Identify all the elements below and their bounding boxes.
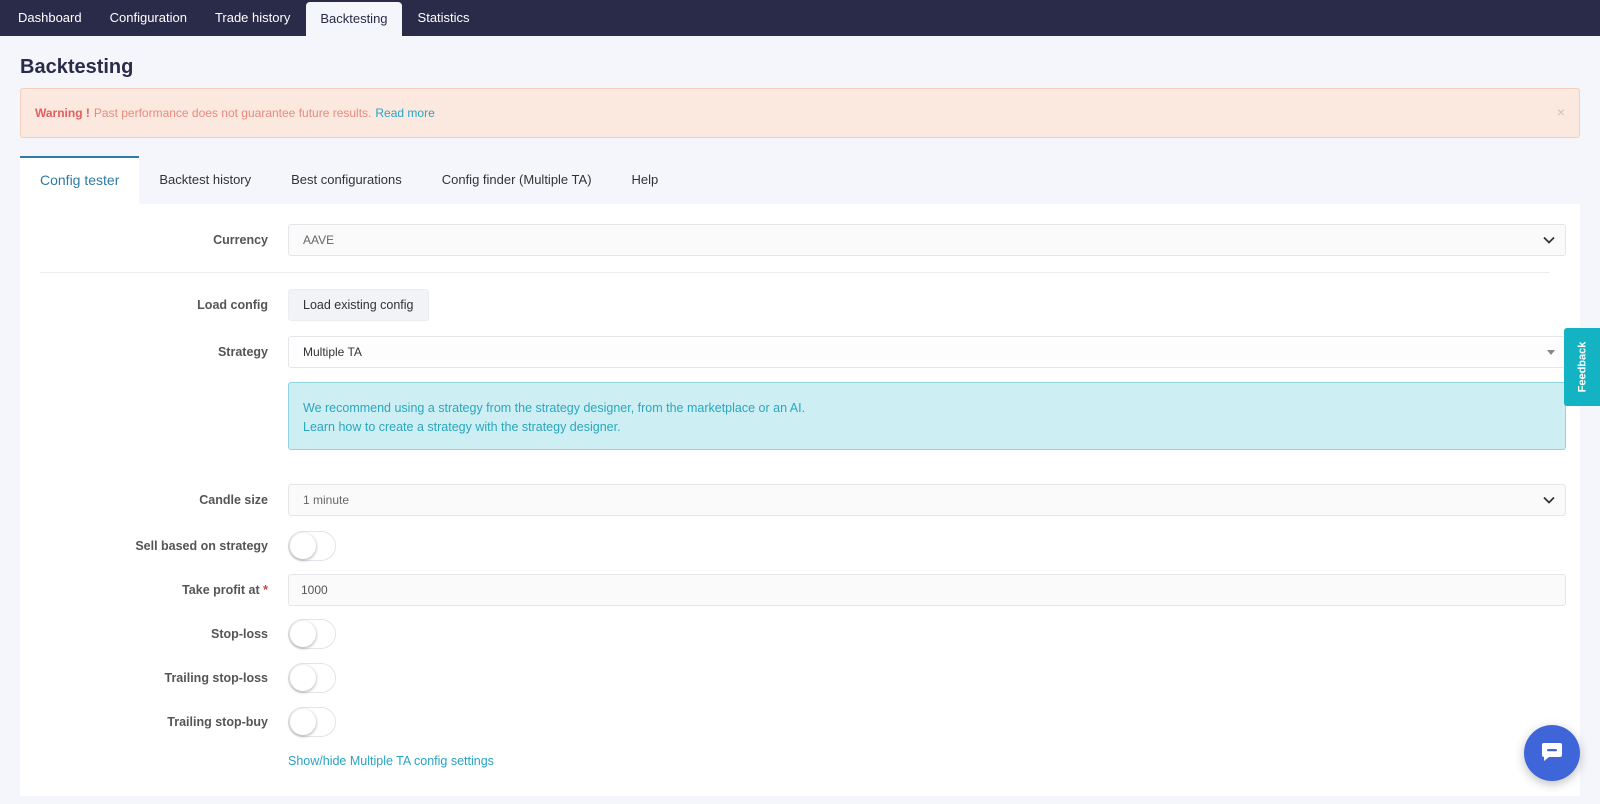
sell-based-label: Sell based on strategy	[135, 539, 268, 553]
sell-based-toggle[interactable]	[288, 531, 336, 561]
required-mark: *	[263, 583, 268, 597]
show-hide-multiple-ta-link[interactable]: Show/hide Multiple TA config settings	[288, 754, 494, 768]
stop-loss-label: Stop-loss	[211, 627, 268, 641]
currency-value: AAVE	[303, 233, 335, 247]
trailing-stop-buy-label: Trailing stop-buy	[167, 715, 268, 729]
nav-tab-statistics[interactable]: Statistics	[404, 0, 484, 36]
top-navigation: Dashboard Configuration Trade history Ba…	[0, 0, 1600, 36]
tab-config-tester[interactable]: Config tester	[20, 156, 140, 204]
nav-tab-configuration[interactable]: Configuration	[96, 0, 201, 36]
caret-down-icon	[1547, 347, 1555, 357]
feedback-label: Feedback	[1576, 341, 1588, 393]
info-line-1: We recommend using a strategy from the s…	[303, 401, 806, 415]
trailing-stop-buy-row: Trailing stop-buy	[20, 707, 1580, 737]
take-profit-label: Take profit at *	[20, 583, 288, 597]
close-icon[interactable]: ×	[1557, 104, 1565, 120]
read-more-link[interactable]: Read more	[375, 106, 434, 120]
currency-row: Currency AAVE	[20, 224, 1580, 256]
form-divider	[40, 272, 1550, 273]
take-profit-input[interactable]	[288, 574, 1566, 606]
config-tester-form: Currency AAVE Load config Load existing …	[20, 204, 1580, 768]
warning-label: Warning !	[35, 106, 90, 120]
strategy-value: Multiple TA	[303, 345, 362, 359]
page-content: Backtesting Warning ! Past performance d…	[0, 36, 1600, 796]
load-config-label: Load config	[197, 298, 268, 312]
stop-loss-toggle[interactable]	[288, 619, 336, 649]
warning-alert: Warning ! Past performance does not guar…	[20, 88, 1580, 138]
trailing-stop-loss-label: Trailing stop-loss	[164, 671, 269, 685]
strategy-designer-link[interactable]: Learn how to create a strategy with the …	[303, 418, 1551, 437]
nav-tab-backtesting[interactable]: Backtesting	[306, 2, 402, 36]
page-title: Backtesting	[20, 56, 134, 78]
chat-bubble-button[interactable]	[1524, 725, 1580, 781]
chevron-down-icon	[1543, 493, 1555, 507]
candle-size-value: 1 minute	[303, 493, 350, 507]
backtest-card: Config tester Backtest history Best conf…	[20, 156, 1580, 796]
sell-based-row: Sell based on strategy	[20, 531, 1580, 561]
currency-select[interactable]: AAVE	[288, 224, 1566, 256]
chevron-down-icon	[1543, 233, 1555, 247]
strategy-recommendation-info: We recommend using a strategy from the s…	[288, 382, 1566, 450]
nav-tab-trade-history[interactable]: Trade history	[201, 0, 304, 36]
load-config-row: Load config Load existing config	[20, 289, 1580, 321]
strategy-select[interactable]: Multiple TA	[288, 336, 1566, 368]
tab-help[interactable]: Help	[612, 156, 679, 204]
trailing-stop-buy-toggle[interactable]	[288, 707, 336, 737]
tab-backtest-history[interactable]: Backtest history	[139, 156, 271, 204]
strategy-label: Strategy	[217, 345, 268, 359]
currency-label: Currency	[213, 233, 268, 247]
tab-config-finder[interactable]: Config finder (Multiple TA)	[422, 156, 612, 204]
take-profit-label-text: Take profit at	[182, 583, 260, 597]
tab-best-configurations[interactable]: Best configurations	[271, 156, 422, 204]
candle-size-row: Candle size 1 minute	[20, 484, 1580, 516]
candle-size-select[interactable]: 1 minute	[288, 484, 1566, 516]
strategy-row: Strategy Multiple TA	[20, 336, 1580, 368]
stop-loss-row: Stop-loss	[20, 619, 1580, 649]
nav-tab-dashboard[interactable]: Dashboard	[4, 0, 96, 36]
trailing-stop-loss-toggle[interactable]	[288, 663, 336, 693]
trailing-stop-loss-row: Trailing stop-loss	[20, 663, 1580, 693]
chat-bubble-icon	[1540, 741, 1564, 766]
feedback-tab[interactable]: Feedback	[1564, 328, 1600, 406]
warning-text: Past performance does not guarantee futu…	[93, 106, 372, 120]
backtest-subtabs: Config tester Backtest history Best conf…	[20, 156, 1580, 204]
load-existing-config-button[interactable]: Load existing config	[288, 289, 429, 321]
info-row: We recommend using a strategy from the s…	[20, 382, 1580, 450]
candle-size-label: Candle size	[199, 493, 268, 507]
take-profit-row: Take profit at *	[20, 574, 1580, 606]
